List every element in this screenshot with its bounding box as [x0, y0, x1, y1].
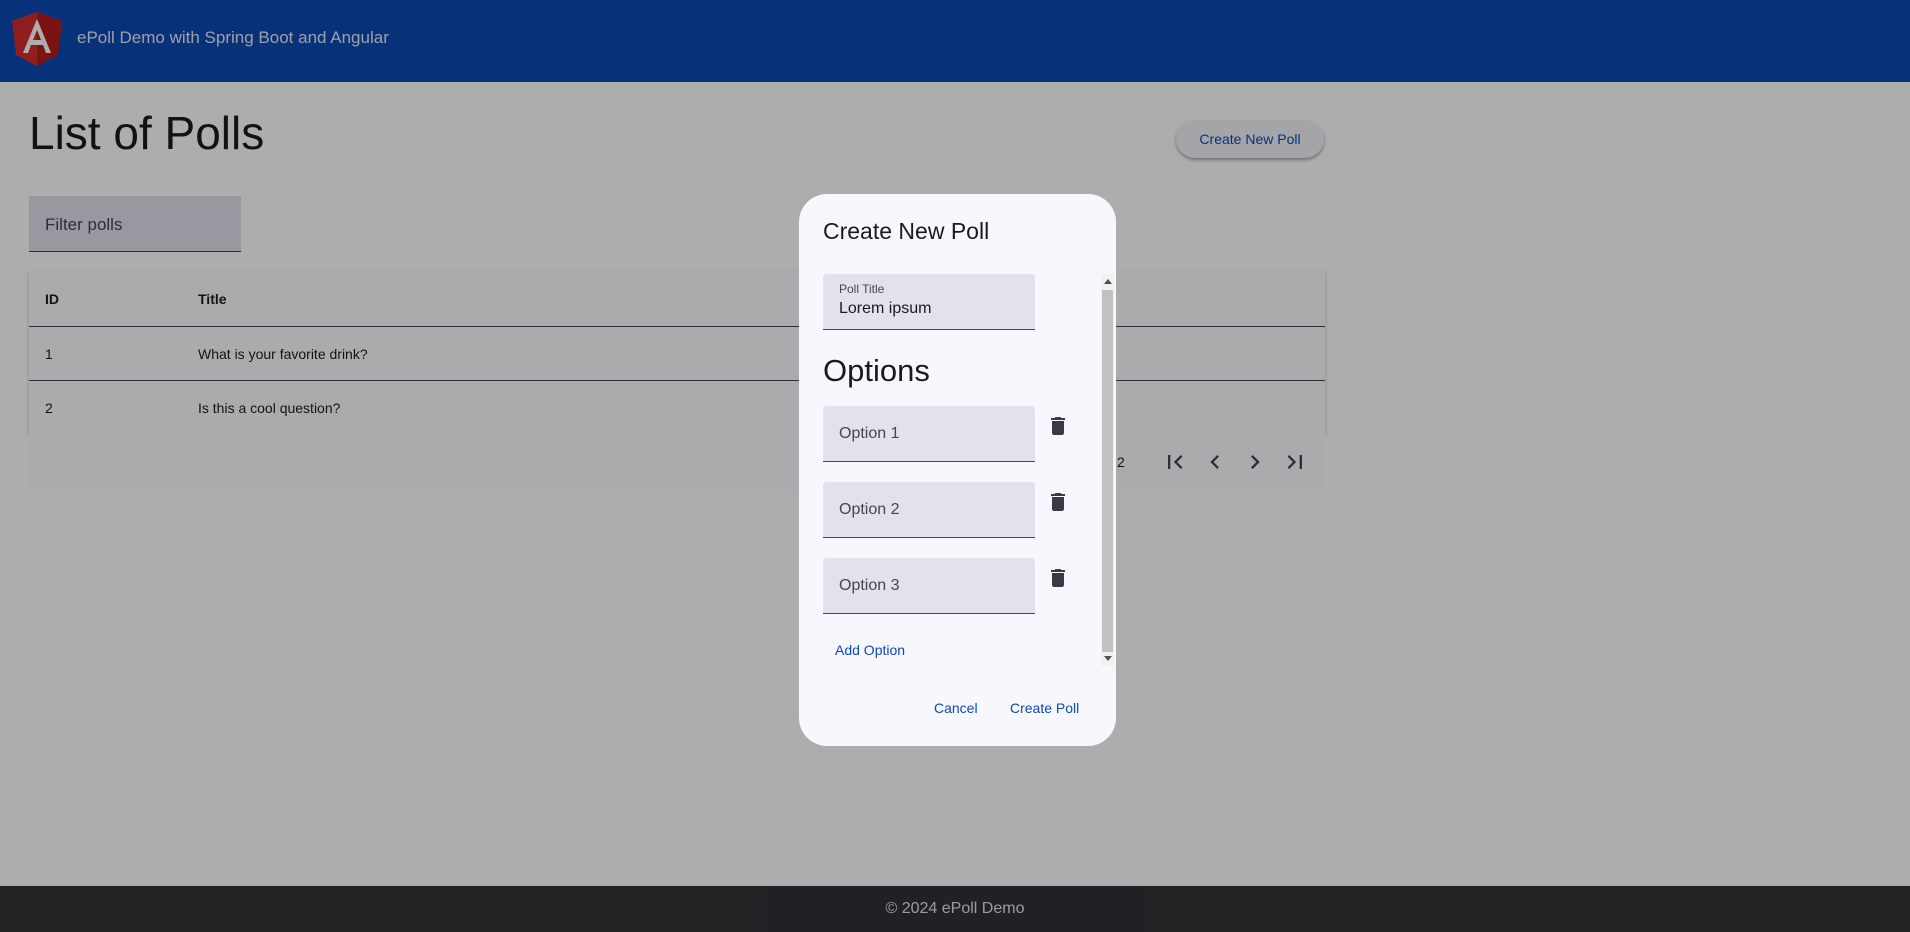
option-placeholder: Option 1: [839, 425, 900, 442]
option-field-1[interactable]: Option 1: [823, 406, 1035, 462]
scroll-up-arrow[interactable]: [1104, 279, 1112, 284]
poll-title-label: Poll Title: [839, 282, 885, 296]
dialog-scrollbar[interactable]: [1101, 274, 1114, 666]
create-poll-dialog: Create New Poll Poll Title Lorem ipsum O…: [799, 194, 1116, 746]
create-poll-button[interactable]: Create Poll: [1010, 700, 1079, 716]
scroll-down-arrow[interactable]: [1104, 656, 1112, 661]
option-field-3[interactable]: Option 3: [823, 558, 1035, 614]
trash-icon[interactable]: [1046, 566, 1070, 590]
scrollbar-thumb[interactable]: [1102, 290, 1113, 652]
dialog-title: Create New Poll: [823, 218, 990, 244]
trash-icon[interactable]: [1046, 490, 1070, 514]
poll-title-field[interactable]: Poll Title Lorem ipsum: [823, 274, 1035, 330]
poll-title-value[interactable]: Lorem ipsum: [839, 300, 931, 318]
trash-icon[interactable]: [1046, 414, 1070, 438]
option-field-2[interactable]: Option 2: [823, 482, 1035, 538]
add-option-button[interactable]: Add Option: [835, 642, 905, 658]
option-placeholder: Option 3: [839, 577, 900, 594]
dialog-scroll-area[interactable]: Poll Title Lorem ipsum Options Option 1 …: [799, 274, 1116, 666]
option-placeholder: Option 2: [839, 501, 900, 518]
cancel-button[interactable]: Cancel: [934, 700, 978, 716]
options-heading: Options: [823, 353, 930, 388]
